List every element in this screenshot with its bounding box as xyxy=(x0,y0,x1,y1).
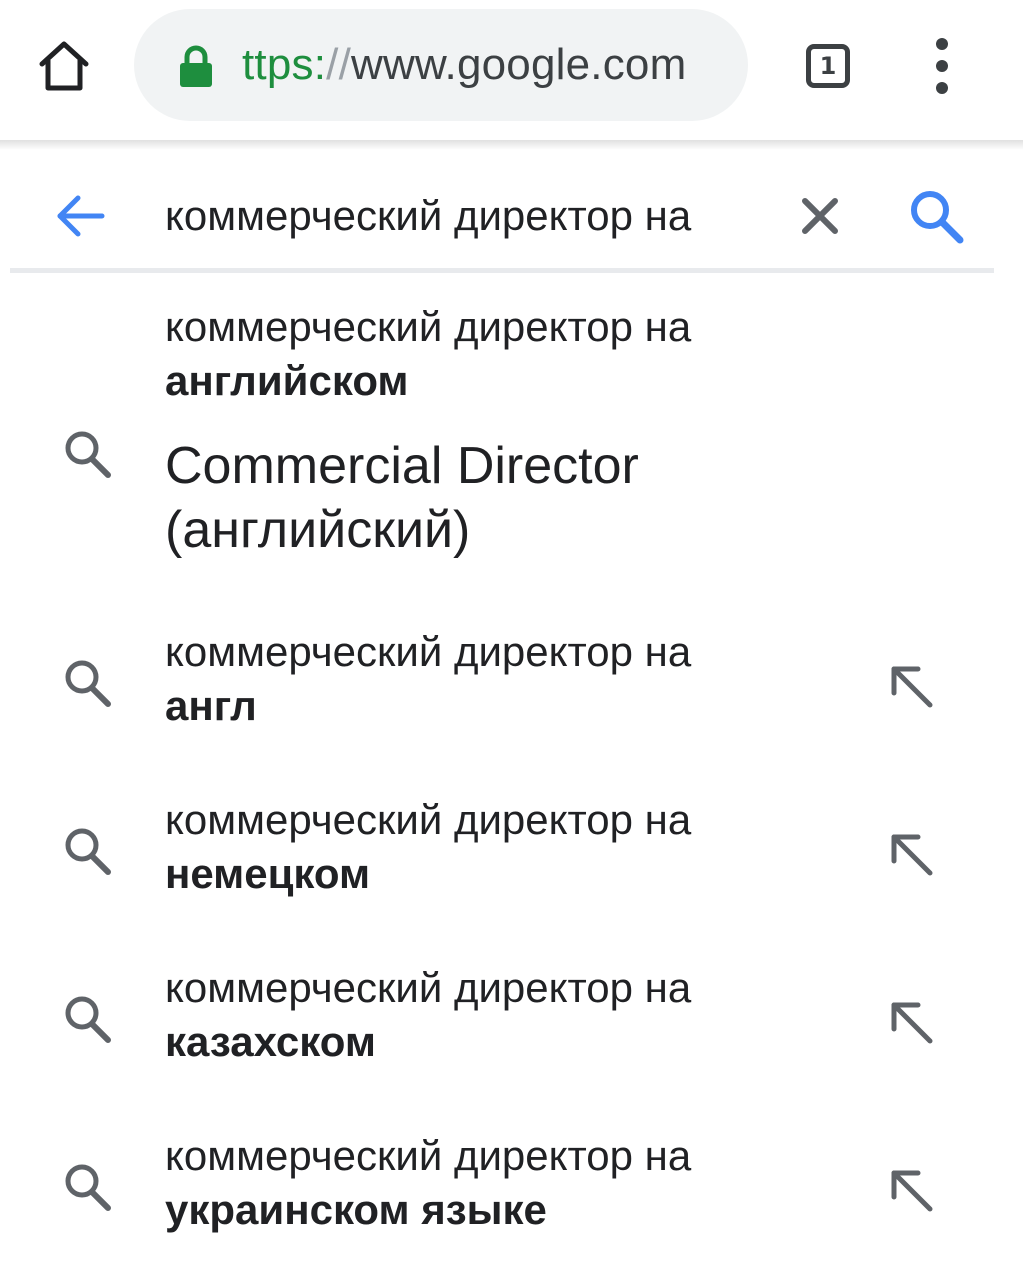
search-bar xyxy=(0,150,1023,270)
search-icon xyxy=(65,1164,111,1211)
search-icon xyxy=(65,828,111,875)
suggestion-item[interactable]: коммерческий директор на английском Comm… xyxy=(0,300,1023,600)
suggestion-item[interactable]: коммерческий директор на немецком xyxy=(0,793,1023,923)
more-vert-icon xyxy=(936,38,948,50)
suggestion-query: коммерческий директор на xyxy=(165,796,692,843)
suggestion-answer: Commercial Director (английский) xyxy=(165,437,639,559)
arrow-up-left-icon[interactable] xyxy=(880,823,944,887)
suggestion-completion: казахском xyxy=(165,1018,376,1065)
home-icon xyxy=(39,41,89,91)
suggestion-query: коммерческий директор на xyxy=(165,303,692,350)
suggestion-query: коммерческий директор на xyxy=(165,628,692,675)
suggestion-item[interactable]: коммерческий директор на англ xyxy=(0,625,1023,755)
suggestion-text: коммерческий директор на англ xyxy=(165,625,845,733)
search-input[interactable] xyxy=(165,180,765,252)
search-icon xyxy=(65,660,111,707)
url-text: ttps://www.google.com xyxy=(242,9,686,121)
search-icon xyxy=(65,431,111,478)
suggestion-completion: немецком xyxy=(165,850,371,897)
suggestion-item[interactable]: коммерческий директор на украинском язык… xyxy=(0,1129,1023,1259)
arrow-up-left-icon[interactable] xyxy=(880,991,944,1055)
suggestion-query: коммерческий директор на xyxy=(165,1132,692,1179)
overflow-menu-button[interactable] xyxy=(910,30,974,102)
lock-icon xyxy=(180,45,212,87)
suggestion-text: коммерческий директор на английском Comm… xyxy=(165,300,845,562)
close-icon[interactable] xyxy=(790,186,850,246)
browser-toolbar: ttps://www.google.com 1 xyxy=(0,0,1023,140)
arrow-left-icon[interactable] xyxy=(44,180,116,252)
search-icon xyxy=(65,996,111,1043)
tab-count-badge: 1 xyxy=(806,44,850,88)
search-divider xyxy=(10,268,994,273)
suggestion-item[interactable]: коммерческий директор на казахском xyxy=(0,961,1023,1091)
address-bar[interactable]: ttps://www.google.com xyxy=(134,9,748,121)
url-host: www.google.com xyxy=(351,40,687,89)
home-button[interactable] xyxy=(28,30,100,102)
toolbar-shadow xyxy=(0,140,1023,150)
suggestion-completion: английском xyxy=(165,357,409,404)
search-icon[interactable] xyxy=(900,182,970,252)
url-scheme: ttps: xyxy=(242,40,327,89)
suggestion-query: коммерческий директор на xyxy=(165,964,692,1011)
arrow-up-left-icon[interactable] xyxy=(880,655,944,719)
tab-switcher-button[interactable]: 1 xyxy=(792,30,864,102)
suggestion-text: коммерческий директор на казахском xyxy=(165,961,845,1069)
suggestion-completion: англ xyxy=(165,682,257,729)
url-separator: // xyxy=(326,40,352,89)
suggestion-completion: украинском языке xyxy=(165,1186,547,1233)
suggestion-text: коммерческий директор на украинском язык… xyxy=(165,1129,845,1237)
arrow-up-left-icon[interactable] xyxy=(880,1159,944,1223)
suggestion-text: коммерческий директор на немецком xyxy=(165,793,845,901)
